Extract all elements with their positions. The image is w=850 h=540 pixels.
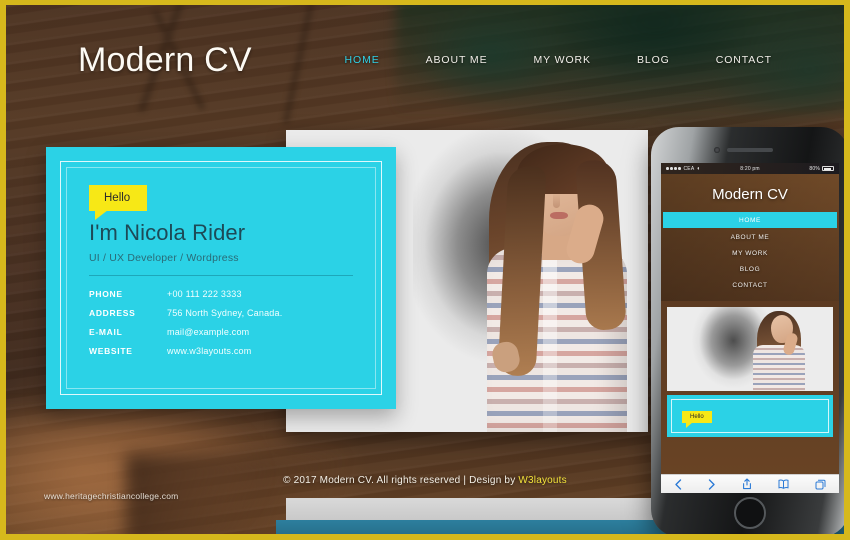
phone-hero: Modern CV HOME ABOUT ME MY WORK BLOG CON… <box>661 174 839 301</box>
phone-camera-icon <box>714 147 720 153</box>
wifi-icon: ◖ <box>696 165 701 172</box>
contact-row-website: WEBSITE www.w3layouts.com <box>89 346 353 356</box>
contact-value-website[interactable]: www.w3layouts.com <box>167 346 251 356</box>
contact-value-address: 756 North Sydney, Canada. <box>167 308 283 318</box>
phone-mockup: CEA ◖ 8:20 pm 80% Modern CV HOME ABOUT M… <box>651 127 844 534</box>
phone-profile-card-border: Hello <box>671 399 829 433</box>
phone-page-body: Modern CV HOME ABOUT ME MY WORK BLOG CON… <box>661 174 839 493</box>
contact-details: PHONE +00 111 222 3333 ADDRESS 756 North… <box>89 289 353 356</box>
profile-role: UI / UX Developer / Wordpress <box>89 252 239 264</box>
contact-label-email: E-MAIL <box>89 327 123 337</box>
phone-nav-item-about-me[interactable]: ABOUT ME <box>661 229 839 245</box>
phone-speaker <box>727 148 773 152</box>
phone-nav-item-contact[interactable]: CONTACT <box>661 277 839 293</box>
site-header: Modern CV HOME ABOUT ME MY WORK BLOG CON… <box>6 5 844 115</box>
phone-profile-card: Hello <box>667 395 833 437</box>
phone-nav-item-home[interactable]: HOME <box>663 212 837 228</box>
profile-divider <box>89 275 353 276</box>
phone-navigation: HOME ABOUT ME MY WORK BLOG CONTACT <box>661 212 839 293</box>
contact-row-address: ADDRESS 756 North Sydney, Canada. <box>89 308 353 318</box>
status-time: 8:20 pm <box>740 165 760 172</box>
hero-photo <box>413 130 648 432</box>
phone-home-button[interactable] <box>734 497 766 529</box>
contact-row-phone: PHONE +00 111 222 3333 <box>89 289 353 299</box>
desk-background: Modern CV HOME ABOUT ME MY WORK BLOG CON… <box>6 5 844 534</box>
contact-value-email[interactable]: mail@example.com <box>167 327 249 337</box>
phone-hello-badge: Hello <box>682 411 712 428</box>
phone-status-bar: CEA ◖ 8:20 pm 80% <box>661 163 839 174</box>
watermark-url: www.heritagechristiancollege.com <box>44 491 179 501</box>
profile-card-border-outer: Hello I'm Nicola Rider UI / UX Developer… <box>60 161 382 395</box>
phone-hero-photo <box>667 307 833 391</box>
phone-nav-item-my-work[interactable]: MY WORK <box>661 245 839 261</box>
phone-portrait-illustration <box>745 307 811 391</box>
contact-label-phone: PHONE <box>89 289 123 299</box>
contact-label-address: ADDRESS <box>89 308 136 318</box>
site-brand: Modern CV <box>78 40 252 79</box>
profile-card: Hello I'm Nicola Rider UI / UX Developer… <box>46 147 396 409</box>
page-frame: Modern CV HOME ABOUT ME MY WORK BLOG CON… <box>0 0 850 540</box>
main-navigation: HOME ABOUT ME MY WORK BLOG CONTACT <box>345 54 772 66</box>
battery-label: 80% <box>809 165 820 172</box>
battery-icon <box>822 166 834 171</box>
portrait-illustration <box>447 130 642 432</box>
nav-item-blog[interactable]: BLOG <box>637 54 670 66</box>
contact-label-website: WEBSITE <box>89 346 133 356</box>
profile-card-border-inner: Hello I'm Nicola Rider UI / UX Developer… <box>66 167 376 389</box>
signal-icon <box>666 167 681 170</box>
carrier-label: CEA <box>683 165 695 172</box>
nav-item-my-work[interactable]: MY WORK <box>533 54 590 66</box>
contact-value-phone: +00 111 222 3333 <box>167 289 242 299</box>
battery-area: 80% <box>809 166 834 172</box>
nav-item-home[interactable]: HOME <box>345 54 380 66</box>
profile-name: I'm Nicola Rider <box>89 220 246 245</box>
contact-row-email: E-MAIL mail@example.com <box>89 327 353 337</box>
site-footer: © 2017 Modern CV. All rights reserved | … <box>6 475 844 486</box>
phone-brand: Modern CV <box>712 186 788 203</box>
copyright-text: © 2017 Modern CV. All rights reserved | … <box>283 475 519 486</box>
phone-nav-item-blog[interactable]: BLOG <box>661 261 839 277</box>
designer-link[interactable]: W3layouts <box>518 475 567 486</box>
hello-badge: Hello <box>89 185 148 220</box>
phone-screen: CEA ◖ 8:20 pm 80% Modern CV HOME ABOUT M… <box>661 163 839 493</box>
nav-item-contact[interactable]: CONTACT <box>716 54 772 66</box>
nav-item-about-me[interactable]: ABOUT ME <box>426 54 488 66</box>
